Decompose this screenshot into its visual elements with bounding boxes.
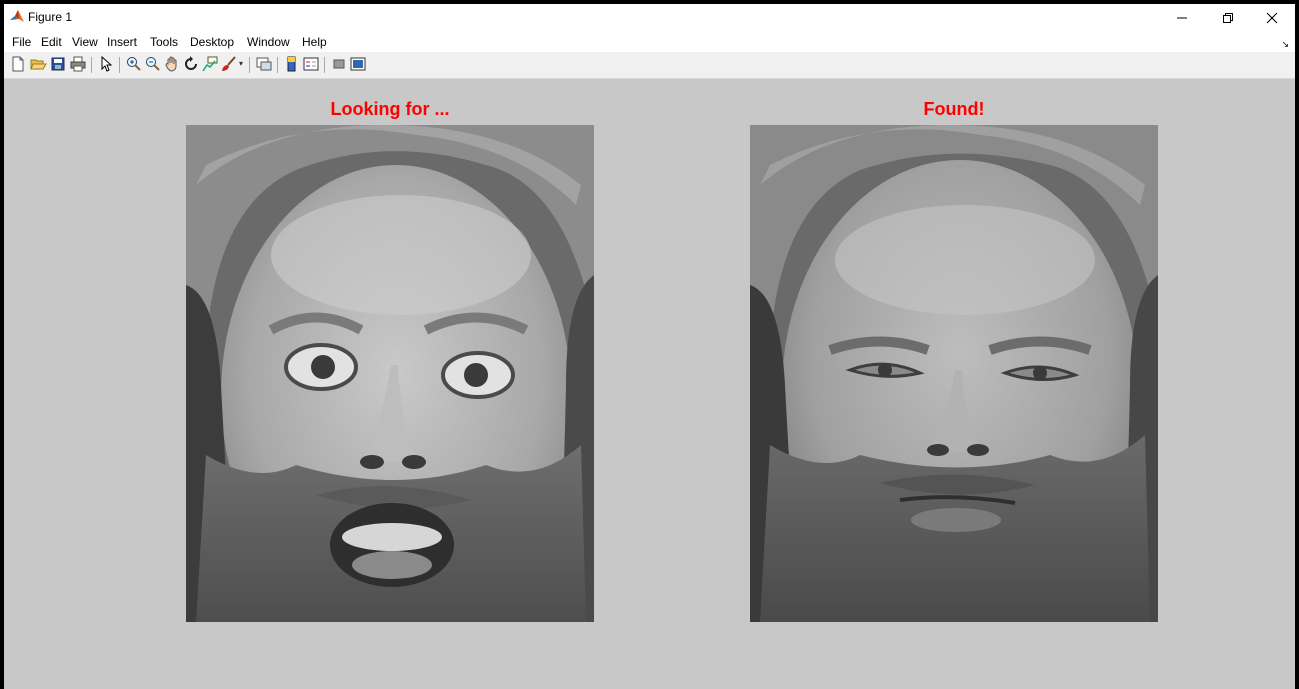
- folder-open-icon[interactable]: [29, 55, 47, 73]
- data-cursor-icon[interactable]: [201, 55, 219, 73]
- menu-view[interactable]: View: [72, 35, 98, 49]
- rotate-3d-icon[interactable]: [182, 55, 200, 73]
- axes-title-left: Looking for ...: [330, 99, 450, 119]
- matlab-logo-icon: [9, 9, 25, 25]
- show-tools-icon[interactable]: [349, 55, 367, 73]
- menu-bar: File Edit View Insert Tools Desktop Wind…: [4, 31, 1295, 52]
- close-icon: [1266, 12, 1278, 23]
- menu-window[interactable]: Window: [247, 35, 290, 49]
- menu-insert[interactable]: Insert: [107, 35, 137, 49]
- title-bar[interactable]: Figure 1: [4, 4, 1295, 31]
- toolbar-separator: [119, 57, 120, 73]
- link-plot-icon[interactable]: [255, 55, 273, 73]
- query-face-image: [186, 125, 594, 622]
- figure-window: Figure 1 File Edit View Insert Tools Des…: [4, 4, 1295, 689]
- restore-button[interactable]: [1205, 4, 1251, 31]
- toolbar-separator: [91, 57, 92, 73]
- zoom-out-icon[interactable]: [144, 55, 162, 73]
- menu-file[interactable]: File: [12, 35, 31, 49]
- brush-icon[interactable]: [220, 55, 238, 73]
- close-button[interactable]: [1249, 4, 1295, 31]
- hand-icon[interactable]: [163, 55, 181, 73]
- hide-tools-icon[interactable]: [330, 55, 348, 73]
- menu-edit[interactable]: Edit: [41, 35, 62, 49]
- new-file-icon[interactable]: [9, 55, 27, 73]
- colorbar-icon[interactable]: [283, 55, 301, 73]
- legend-icon[interactable]: [302, 55, 320, 73]
- axes-title-right: Found!: [923, 99, 985, 119]
- menu-tools[interactable]: Tools: [150, 35, 178, 49]
- figure-toolbar: ▾: [4, 52, 1295, 79]
- toolbar-separator: [324, 57, 325, 73]
- pointer-arrow-icon[interactable]: [97, 55, 115, 73]
- matched-face-image: [750, 125, 1158, 622]
- menu-desktop[interactable]: Desktop: [190, 35, 234, 49]
- zoom-in-icon[interactable]: [125, 55, 143, 73]
- toolbar-separator: [277, 57, 278, 73]
- minimize-icon: [1177, 17, 1187, 18]
- brush-dropdown-icon[interactable]: ▾: [239, 59, 243, 68]
- printer-icon[interactable]: [69, 55, 87, 73]
- toolbar-separator: [249, 57, 250, 73]
- dock-arrow-icon[interactable]: ↘: [1281, 39, 1289, 50]
- minimize-button[interactable]: [1159, 4, 1205, 31]
- save-icon[interactable]: [49, 55, 67, 73]
- restore-icon: [1223, 12, 1233, 23]
- menu-help[interactable]: Help: [302, 35, 327, 49]
- window-title: Figure 1: [28, 10, 73, 24]
